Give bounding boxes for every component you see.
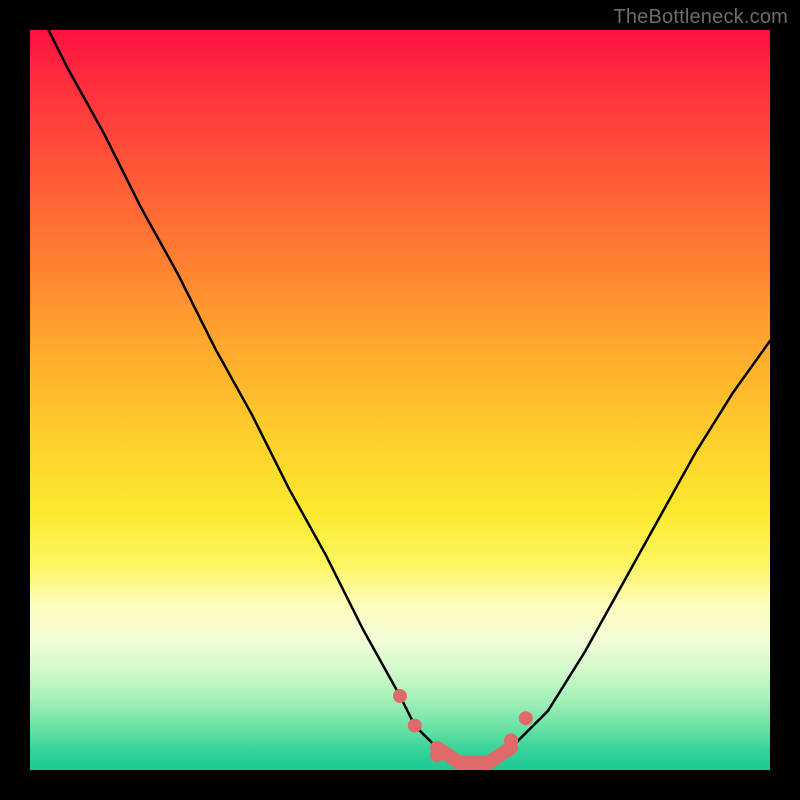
bottleneck-curve [30,30,770,763]
floor-marker-1 [430,748,444,762]
floor-marker-3 [467,756,481,770]
floor-marker-2 [452,756,466,770]
chart-frame: TheBottleneck.com [0,0,800,800]
right-marker-2 [519,711,533,725]
floor-marker-4 [482,756,496,770]
watermark-text: TheBottleneck.com [613,6,788,29]
chart-svg [30,30,770,770]
left-marker-2 [408,719,422,733]
left-marker-1 [393,689,407,703]
right-marker-1 [504,733,518,747]
chart-plot-area [30,30,770,770]
valley-markers [393,689,533,770]
